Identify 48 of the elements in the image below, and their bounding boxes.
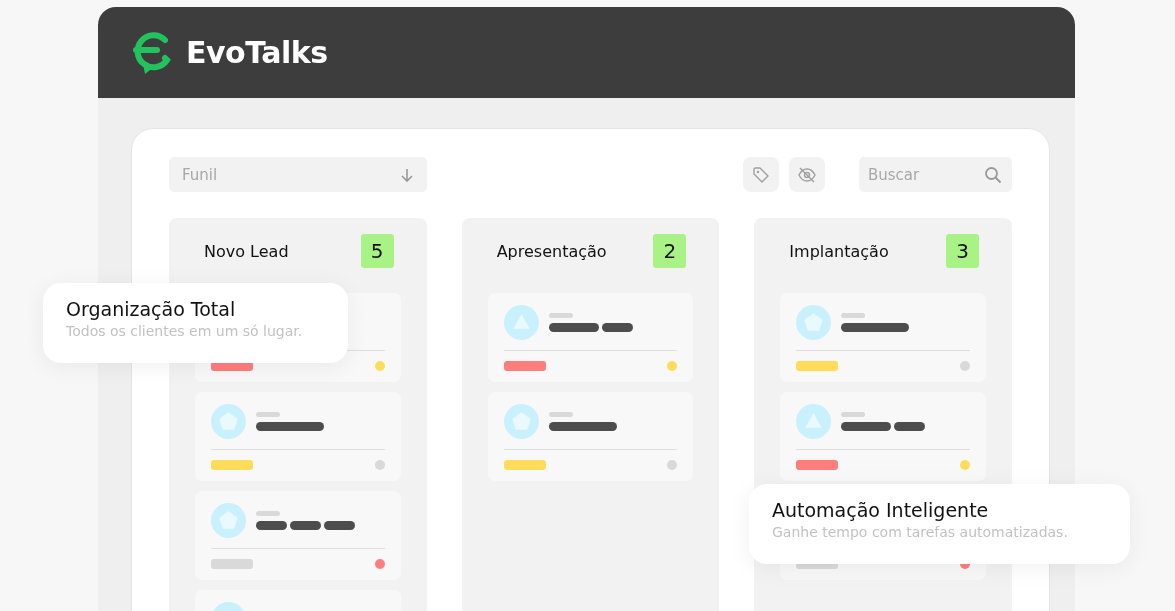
lead-card[interactable] [487, 293, 694, 382]
avatar-icon [503, 305, 539, 340]
placeholder-line [841, 313, 866, 318]
tag-icon [752, 165, 770, 184]
placeholder-bar [256, 422, 324, 431]
placeholder-bar [841, 323, 910, 332]
placeholder-bar [256, 521, 287, 530]
eye-off-icon [797, 165, 817, 184]
avatar-icon [211, 404, 246, 439]
callout-text: Todos os clientes em um só lugar. [66, 323, 304, 339]
avatar-icon [503, 404, 539, 439]
column-title: Novo Lead [204, 241, 289, 261]
lead-card[interactable] [195, 392, 401, 481]
placeholder-bar [841, 422, 892, 431]
column-count: 5 [360, 234, 394, 268]
callout-text: Ganhe tempo com tarefas automatizadas. [772, 524, 1069, 540]
placeholder-bar [601, 323, 633, 332]
funnel-select[interactable]: Funil [169, 157, 427, 192]
placeholder-line [841, 412, 866, 417]
placeholder-line [256, 412, 280, 417]
callout-title: Automação Inteligente [772, 499, 990, 521]
avatar-icon [796, 404, 832, 439]
lead-card[interactable] [780, 392, 986, 481]
placeholder-bar [548, 422, 617, 431]
placeholder-line [256, 511, 280, 516]
logo-icon [131, 29, 174, 76]
column-count: 2 [653, 234, 687, 268]
tag-button[interactable] [743, 157, 779, 192]
lead-card[interactable] [487, 392, 694, 481]
column-count: 3 [946, 234, 979, 268]
search-field[interactable]: Buscar [859, 157, 1012, 192]
placeholder-line [548, 412, 573, 417]
column-title: Implantação [789, 241, 889, 261]
avatar-icon [211, 503, 246, 538]
placeholder-line [548, 313, 573, 318]
callout-title: Organização Total [66, 298, 237, 320]
down-arrow-icon [399, 166, 415, 183]
avatar-icon [796, 305, 832, 340]
placeholder-bar [894, 422, 926, 431]
lead-card[interactable] [780, 293, 986, 382]
placeholder-bar [324, 521, 355, 530]
column-title: Apresentação [496, 241, 607, 261]
placeholder-bar [290, 521, 321, 530]
brand-name: EvoTalks [186, 35, 328, 70]
search-icon [984, 165, 1002, 184]
placeholder-bar [548, 323, 599, 332]
hide-button[interactable] [789, 157, 825, 192]
lead-card[interactable] [195, 491, 401, 580]
